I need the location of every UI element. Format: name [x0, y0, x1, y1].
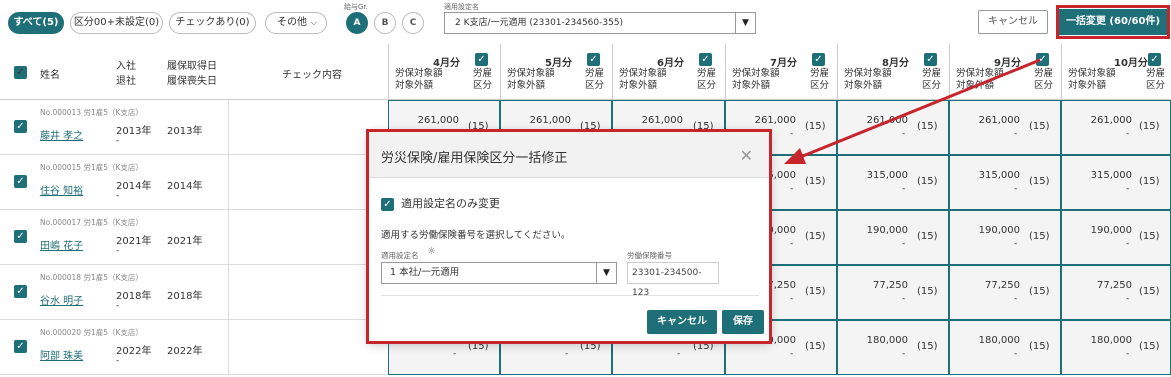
- highlight-box: [366, 129, 772, 344]
